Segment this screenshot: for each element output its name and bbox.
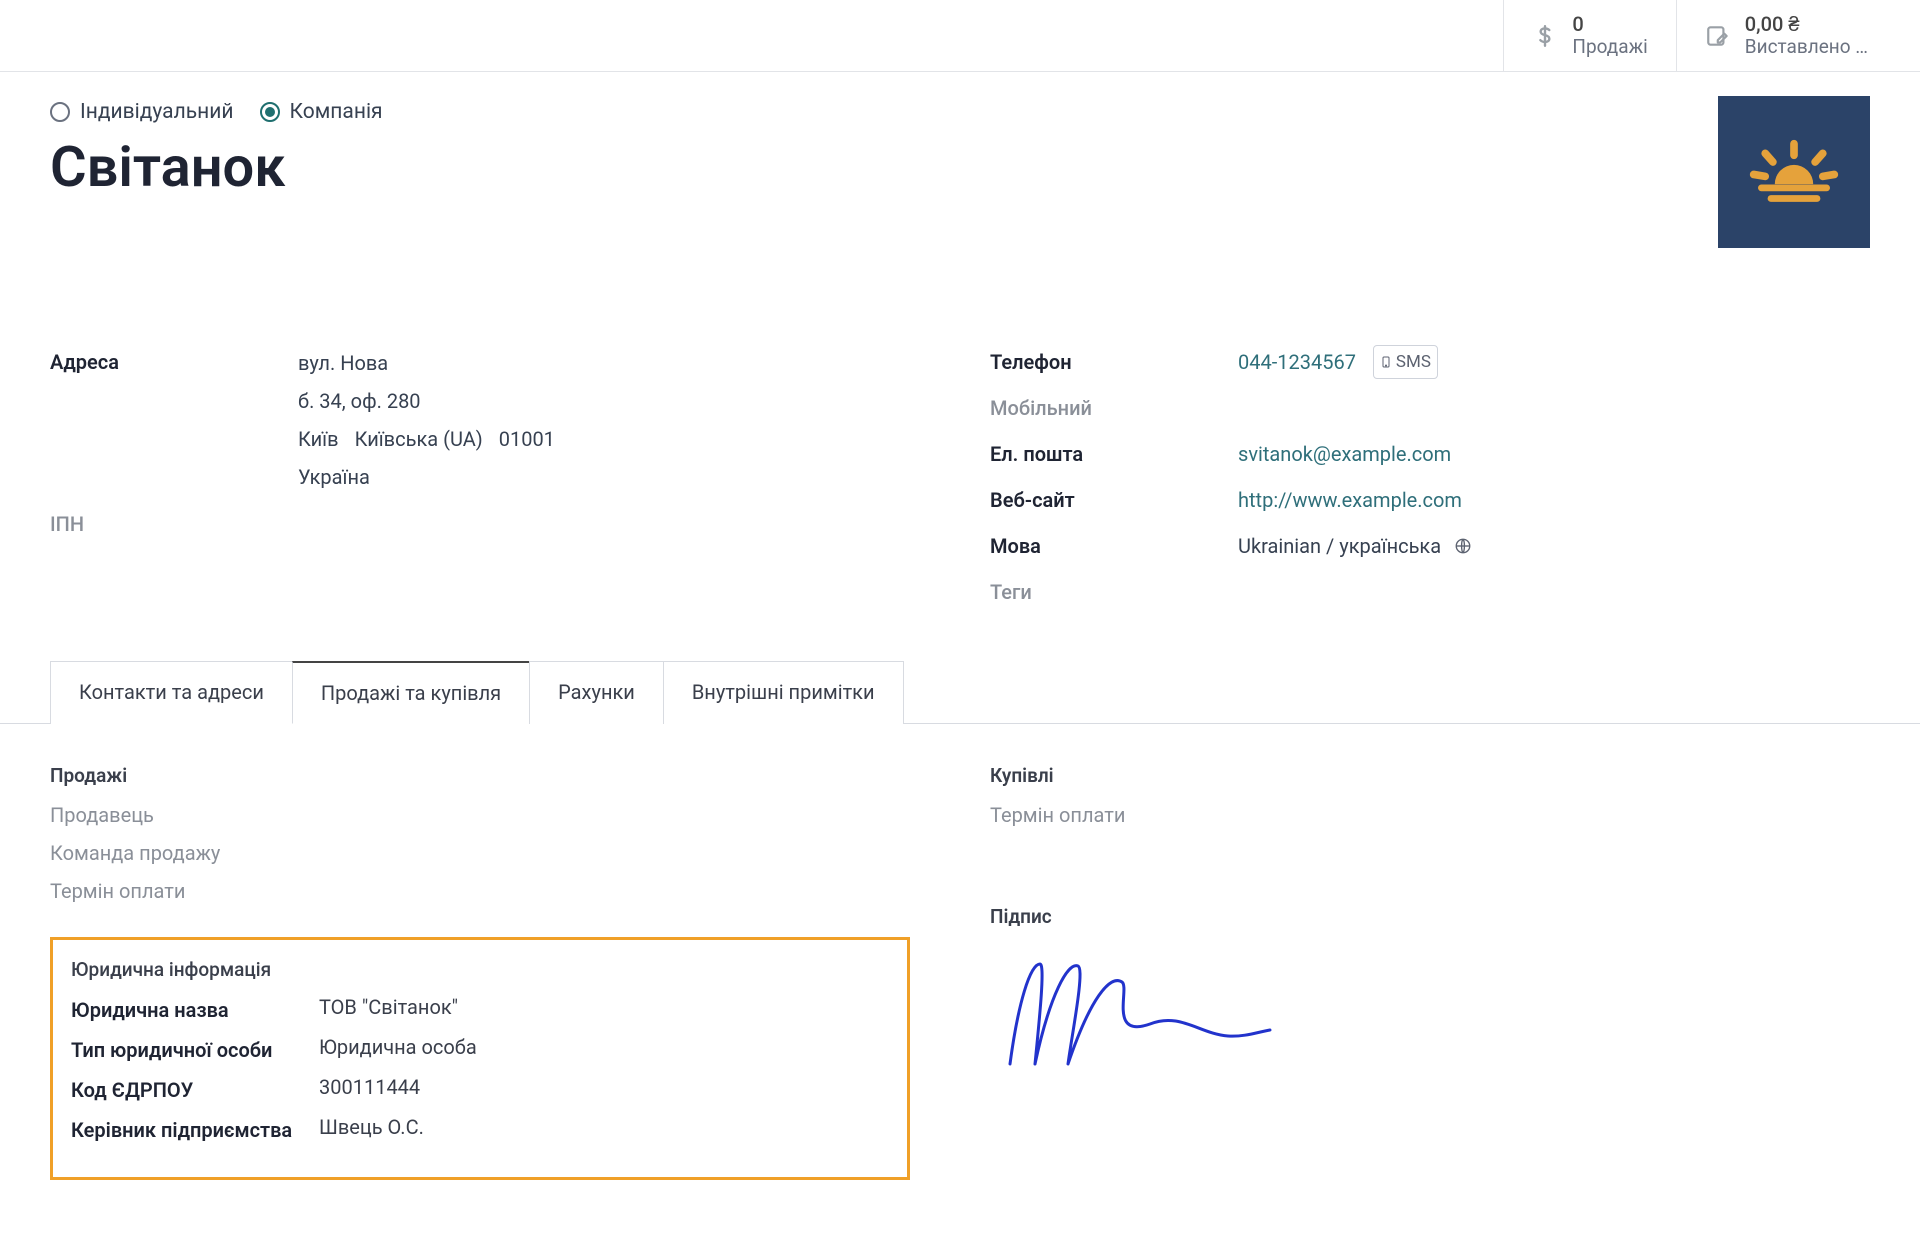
- dollar-icon: [1532, 23, 1558, 49]
- website-value[interactable]: http://www.example.com: [1238, 488, 1462, 512]
- invoiced-amount: 0,00 ₴: [1745, 12, 1868, 36]
- sales-section-title: Продажі: [50, 764, 930, 787]
- ipn-value[interactable]: [298, 506, 930, 542]
- signature-title: Підпис: [990, 905, 1870, 928]
- top-stat-bar: 0 Продажі 0,00 ₴ Виставлено …: [0, 0, 1920, 72]
- ipn-label: ІПН: [50, 506, 298, 542]
- sunrise-icon: [1746, 138, 1842, 205]
- signature-image: [990, 944, 1290, 1084]
- radio-individual[interactable]: Індивідуальний: [50, 100, 234, 124]
- tab-sales-purchase[interactable]: Продажі та купівля: [292, 661, 530, 724]
- purchase-payterm-field[interactable]: Термін оплати: [990, 803, 1870, 827]
- address-country: Україна: [298, 458, 930, 496]
- legal-name-label: Юридична назва: [71, 995, 319, 1025]
- sms-label: SMS: [1396, 347, 1431, 378]
- address-building: б. 34, оф. 280: [298, 382, 930, 420]
- address-region: Київська (UA): [355, 420, 483, 458]
- language-label: Мова: [990, 528, 1238, 564]
- email-label: Ел. пошта: [990, 436, 1238, 472]
- address-city: Київ: [298, 420, 339, 458]
- legal-name-value[interactable]: ТОВ "Світанок": [319, 995, 889, 1019]
- phone-icon: [1380, 355, 1392, 369]
- legal-code-label: Код ЄДРПОУ: [71, 1075, 319, 1105]
- tab-internal-notes[interactable]: Внутрішні примітки: [663, 661, 904, 724]
- avatar[interactable]: [1718, 96, 1870, 248]
- radio-individual-label: Індивідуальний: [80, 100, 234, 124]
- radio-company-label: Компанія: [290, 100, 383, 124]
- radio-dot-icon: [50, 102, 70, 122]
- tags-value[interactable]: [1238, 574, 1870, 610]
- radio-dot-icon: [260, 102, 280, 122]
- invoiced-label: Виставлено …: [1745, 36, 1868, 59]
- sales-stat-button[interactable]: 0 Продажі: [1503, 0, 1675, 71]
- tab-invoices[interactable]: Рахунки: [529, 661, 664, 724]
- tags-label: Теги: [990, 574, 1238, 610]
- entity-type-row: Індивідуальний Компанія: [50, 100, 1870, 124]
- sales-payterm-field[interactable]: Термін оплати: [50, 879, 930, 903]
- company-title[interactable]: Світанок: [50, 134, 285, 200]
- email-value[interactable]: svitanok@example.com: [1238, 442, 1451, 466]
- radio-company[interactable]: Компанія: [260, 100, 383, 124]
- sms-button[interactable]: SMS: [1373, 345, 1438, 380]
- phone-value[interactable]: 044-1234567: [1238, 350, 1356, 374]
- legal-section-title: Юридична інформація: [71, 958, 889, 981]
- legal-info-box: Юридична інформація Юридична назва ТОВ "…: [50, 937, 910, 1180]
- language-value[interactable]: Ukrainian / українська: [1238, 534, 1441, 558]
- legal-head-label: Керівник підприємства: [71, 1115, 319, 1145]
- purchases-section-title: Купівлі: [990, 764, 1870, 787]
- sales-count: 0: [1572, 12, 1647, 36]
- address-zip: 01001: [499, 420, 555, 458]
- invoiced-stat-button[interactable]: 0,00 ₴ Виставлено …: [1676, 0, 1896, 71]
- legal-type-value[interactable]: Юридична особа: [319, 1035, 889, 1059]
- address-value[interactable]: вул. Нова б. 34, оф. 280 Київ Київська (…: [298, 344, 930, 496]
- globe-icon[interactable]: [1454, 530, 1472, 548]
- tab-contacts[interactable]: Контакти та адреси: [50, 661, 293, 724]
- website-label: Веб-сайт: [990, 482, 1238, 518]
- legal-head-value[interactable]: Швець О.С.: [319, 1115, 889, 1139]
- phone-label: Телефон: [990, 344, 1238, 380]
- legal-code-value[interactable]: 300111444: [319, 1075, 889, 1099]
- salesperson-field[interactable]: Продавець: [50, 803, 930, 827]
- legal-type-label: Тип юридичної особи: [71, 1035, 319, 1065]
- edit-note-icon: [1705, 23, 1731, 49]
- address-street: вул. Нова: [298, 344, 930, 382]
- sales-label: Продажі: [1572, 36, 1647, 59]
- tabs: Контакти та адреси Продажі та купівля Ра…: [0, 660, 1920, 724]
- salesteam-field[interactable]: Команда продажу: [50, 841, 930, 865]
- address-label: Адреса: [50, 344, 298, 496]
- mobile-label: Мобільний: [990, 390, 1238, 426]
- mobile-value[interactable]: [1238, 390, 1870, 426]
